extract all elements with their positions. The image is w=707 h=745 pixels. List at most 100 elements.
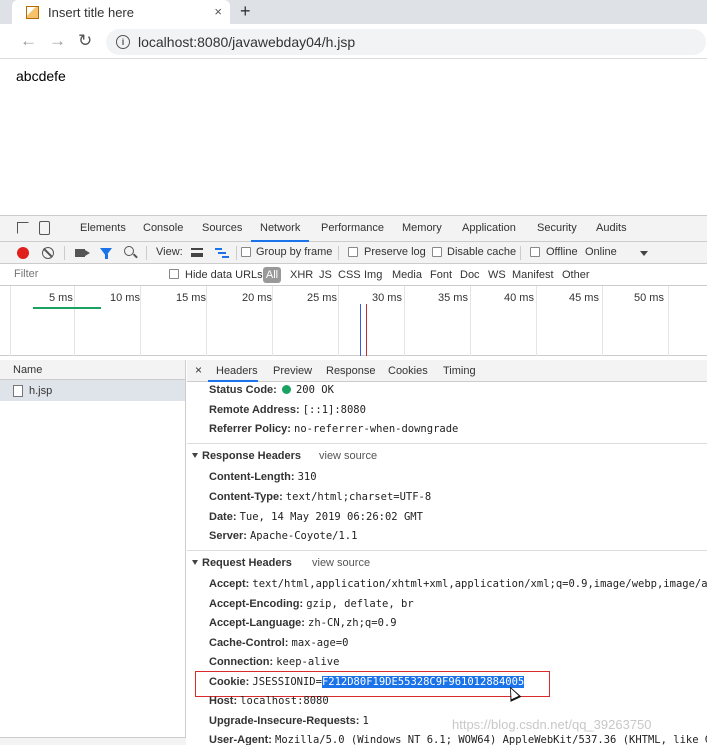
- filter-xhr[interactable]: XHR: [290, 269, 313, 281]
- filter-icon[interactable]: [100, 248, 112, 259]
- filter-js[interactable]: JS: [319, 269, 332, 281]
- timeline-tick-label: 50 ms: [634, 292, 664, 304]
- filter-doc[interactable]: Doc: [460, 269, 480, 281]
- page-favicon-icon: [26, 5, 39, 19]
- filter-media[interactable]: Media: [392, 269, 422, 281]
- request-summary-bar: [0, 737, 186, 745]
- devtools-tabbar: Elements Console Sources Network Perform…: [0, 215, 707, 242]
- capture-screenshots-icon[interactable]: [75, 249, 90, 257]
- status-ok-icon: [281, 385, 291, 394]
- hide-data-urls-checkbox[interactable]: [169, 269, 179, 279]
- large-request-rows-icon[interactable]: [191, 248, 203, 257]
- request-headers-section[interactable]: Request Headers: [192, 557, 292, 569]
- response-headers-section[interactable]: Response Headers: [192, 450, 301, 462]
- timeline-gridline: [404, 286, 405, 356]
- tab-application[interactable]: Application: [462, 222, 516, 234]
- chevron-down-icon[interactable]: [640, 251, 648, 256]
- record-icon[interactable]: [17, 247, 29, 259]
- timeline-gridline: [272, 286, 273, 356]
- back-arrow-icon[interactable]: ←: [20, 31, 37, 51]
- browser-toolbar: ← → ↻ i localhost:8080/javawebday04/h.js…: [0, 24, 707, 59]
- filter-input[interactable]: [14, 268, 154, 280]
- watermark-text: https://blog.csdn.net/qq_39263750: [452, 717, 652, 732]
- preserve-log-checkbox[interactable]: [348, 247, 358, 257]
- timeline-tick-label: 35 ms: [438, 292, 468, 304]
- timeline-gridline: [10, 286, 11, 356]
- tab-audits[interactable]: Audits: [596, 222, 627, 234]
- tab-response[interactable]: Response: [326, 365, 376, 377]
- tab-timing[interactable]: Timing: [443, 365, 476, 377]
- forward-arrow-icon[interactable]: →: [49, 31, 66, 51]
- throttling-select[interactable]: Online: [585, 246, 617, 258]
- offline-checkbox[interactable]: [530, 247, 540, 257]
- timeline-gridline: [668, 286, 669, 356]
- header-row: Remote Address: [::1]:8080: [209, 404, 366, 416]
- tab-security[interactable]: Security: [537, 222, 577, 234]
- page-content-text: abcdefe: [16, 68, 66, 84]
- header-row: Upgrade-Insecure-Requests: 1: [209, 715, 369, 727]
- tab-title: Insert title here: [48, 4, 134, 20]
- browser-tab[interactable]: Insert title here ×: [12, 0, 230, 24]
- group-by-frame-checkbox[interactable]: [241, 247, 251, 257]
- header-row: Content-Type: text/html;charset=UTF-8: [209, 491, 432, 503]
- header-row: Accept-Language: zh-CN,zh;q=0.9: [209, 617, 397, 629]
- disable-cache-label: Disable cache: [447, 246, 517, 258]
- new-tab-button[interactable]: +: [240, 1, 251, 22]
- disable-cache-checkbox[interactable]: [432, 247, 442, 257]
- timeline-tick-label: 30 ms: [372, 292, 402, 304]
- hide-data-urls-label: Hide data URLs: [185, 269, 263, 281]
- tab-preview[interactable]: Preview: [273, 365, 312, 377]
- view-label: View:: [156, 246, 183, 258]
- header-row: Host: localhost:8080: [209, 695, 329, 707]
- header-row: Referrer Policy: no-referrer-when-downgr…: [209, 423, 459, 435]
- filter-manifest[interactable]: Manifest: [512, 269, 554, 281]
- active-detail-tab-indicator: [208, 380, 258, 382]
- toolbar-separator: [64, 246, 65, 260]
- site-info-icon[interactable]: i: [116, 35, 130, 49]
- tab-close-icon[interactable]: ×: [214, 4, 222, 19]
- timeline-tick-label: 45 ms: [569, 292, 599, 304]
- timeline-gridline: [470, 286, 471, 356]
- header-row: User-Agent: Mozilla/5.0 (Windows NT 6.1;…: [209, 734, 707, 745]
- tab-performance[interactable]: Performance: [321, 222, 384, 234]
- tab-headers[interactable]: Headers: [216, 365, 258, 377]
- tab-console[interactable]: Console: [143, 222, 183, 234]
- filter-all-button[interactable]: All: [263, 267, 281, 283]
- tab-elements[interactable]: Elements: [80, 222, 126, 234]
- browser-tab-strip: Insert title here × +: [0, 0, 707, 24]
- section-divider: [187, 550, 707, 551]
- address-bar[interactable]: i localhost:8080/javawebday04/h.jsp: [106, 29, 706, 55]
- search-icon[interactable]: [124, 246, 134, 256]
- filter-bar: Hide data URLs All XHR JS CSS Img Media …: [0, 264, 707, 286]
- network-overview-timeline[interactable]: 5 ms 10 ms 15 ms 20 ms 25 ms 30 ms 35 ms…: [0, 286, 707, 356]
- request-row[interactable]: h.jsp: [0, 380, 185, 401]
- timeline-tick-label: 40 ms: [504, 292, 534, 304]
- toolbar-separator: [236, 246, 237, 260]
- url-text[interactable]: localhost:8080/javawebday04/h.jsp: [138, 34, 355, 50]
- name-column-header[interactable]: Name: [0, 360, 185, 380]
- filter-font[interactable]: Font: [430, 269, 452, 281]
- inspect-element-icon[interactable]: [17, 222, 29, 234]
- filter-other[interactable]: Other: [562, 269, 590, 281]
- toolbar-separator: [338, 246, 339, 260]
- device-toolbar-icon[interactable]: [39, 221, 50, 235]
- details-tabbar: × Headers Preview Response Cookies Timin…: [187, 360, 707, 382]
- tab-memory[interactable]: Memory: [402, 222, 442, 234]
- tab-sources[interactable]: Sources: [202, 222, 242, 234]
- overview-icon[interactable]: [215, 248, 229, 258]
- filter-ws[interactable]: WS: [488, 269, 506, 281]
- response-view-source-link[interactable]: view source: [319, 450, 377, 462]
- toolbar-separator: [520, 246, 521, 260]
- timeline-gridline: [602, 286, 603, 356]
- timeline-gridline: [536, 286, 537, 356]
- filter-img[interactable]: Img: [364, 269, 382, 281]
- tab-network[interactable]: Network: [260, 222, 300, 234]
- tab-cookies[interactable]: Cookies: [388, 365, 428, 377]
- domcontentloaded-marker: [360, 304, 361, 356]
- clear-icon[interactable]: [42, 247, 54, 259]
- cookie-highlight-box: [195, 671, 550, 697]
- reload-icon[interactable]: ↻: [78, 31, 92, 51]
- request-view-source-link[interactable]: view source: [312, 557, 370, 569]
- close-details-icon[interactable]: ×: [195, 363, 202, 377]
- filter-css[interactable]: CSS: [338, 269, 361, 281]
